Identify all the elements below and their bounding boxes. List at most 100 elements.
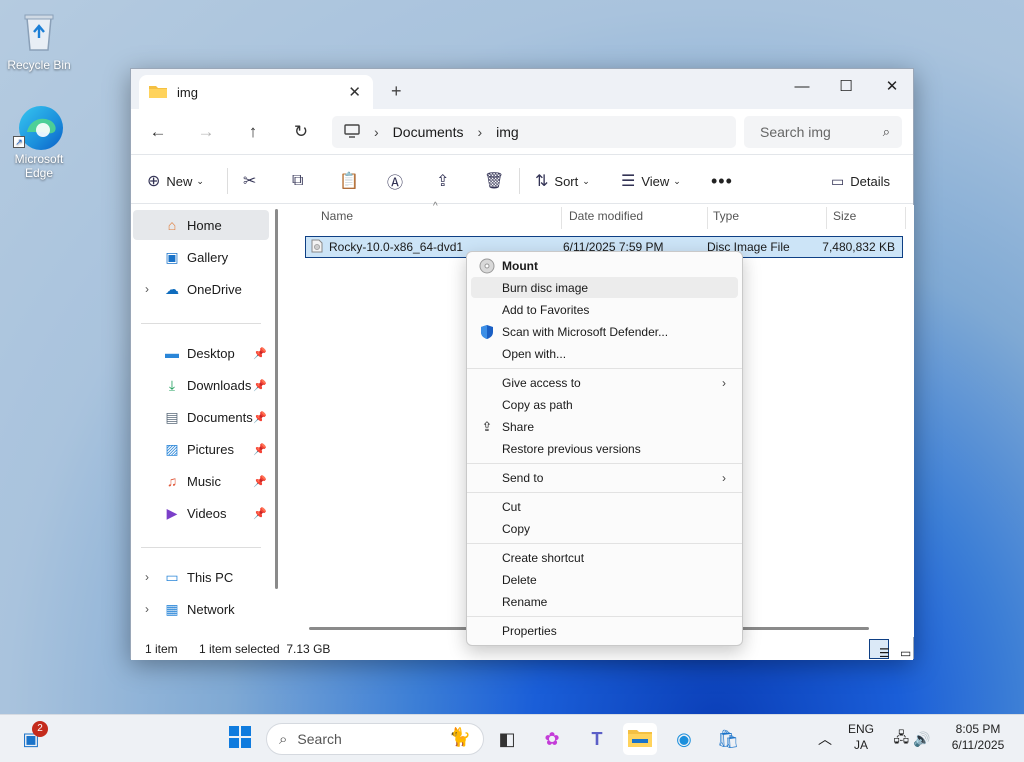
menu-item-label: Copy	[502, 521, 531, 536]
menu-item-give-access-to[interactable]: Give access to ›	[471, 372, 738, 393]
sort-button[interactable]: ⇅ Sort ⌄	[535, 168, 590, 194]
language-label: ENG	[848, 722, 875, 736]
copy-button[interactable]: ⧉	[292, 168, 309, 194]
details-view-button[interactable]: ☰	[869, 639, 890, 660]
copilot-button[interactable]: ✿	[535, 723, 569, 755]
sidebar-item-home[interactable]: ⌂ Home	[133, 210, 269, 240]
view-button[interactable]: ☰ View ⌄	[621, 168, 681, 194]
search-icon: ⌕	[882, 124, 890, 139]
sidebar-item-pictures[interactable]: ▨ Pictures 📌	[133, 434, 269, 464]
teams-button[interactable]: T	[580, 723, 614, 755]
pc-icon: ▭	[165, 568, 179, 585]
share-button[interactable]: ⇪	[436, 168, 455, 194]
menu-item-copy-as-path[interactable]: Copy as path	[471, 394, 738, 415]
more-icon: •••	[711, 170, 733, 191]
new-button[interactable]: ⊕ New ⌄	[147, 168, 204, 194]
up-button[interactable]: ↑	[238, 119, 268, 145]
show-hidden-icons-button[interactable]: ︿	[808, 723, 842, 755]
command-bar: ⊕ New ⌄ ✂ ⧉ 📋 Ⓐ ⇪ 🗑 ⇅ Sort ⌄ ☰ View ⌄ ••…	[131, 156, 913, 204]
menu-item-scan-defender[interactable]: Scan with Microsoft Defender...	[471, 321, 738, 342]
menu-item-properties[interactable]: Properties	[471, 620, 738, 641]
sidebar-item-music[interactable]: ♫ Music 📌	[133, 466, 269, 496]
refresh-button[interactable]: ↻	[286, 119, 316, 145]
menu-item-mount[interactable]: Mount	[471, 255, 738, 276]
chevron-right-icon[interactable]: ›	[145, 282, 149, 296]
new-label: New	[166, 173, 193, 189]
menu-item-send-to[interactable]: Send to ›	[471, 467, 738, 488]
sidebar-item-network[interactable]: › ▦ Network	[133, 594, 269, 624]
menu-item-open-with[interactable]: Open with...	[471, 343, 738, 364]
sidebar-item-desktop[interactable]: ▬ Desktop 📌	[133, 338, 269, 368]
tiles-view-button[interactable]: ▭	[890, 639, 911, 660]
cloud-icon: ☁	[165, 280, 179, 297]
edge-taskbar-button[interactable]: ◉	[667, 723, 701, 755]
minimize-button[interactable]: —	[779, 73, 825, 101]
taskbar-search-input[interactable]: ⌕ Search 🐈	[266, 723, 484, 755]
menu-item-label: Share	[502, 419, 535, 434]
disc-icon	[479, 258, 495, 274]
column-header-date[interactable]: Date modified	[569, 209, 643, 223]
sidebar-item-gallery[interactable]: ▣ Gallery	[133, 242, 269, 272]
clock[interactable]: 8:05 PM 6/11/2025	[946, 721, 1010, 753]
sidebar-item-onedrive[interactable]: › ☁ OneDrive	[133, 274, 269, 304]
forward-button[interactable]: →	[191, 119, 221, 145]
sidebar-item-this-pc[interactable]: › ▭ This PC	[133, 562, 269, 592]
rename-button[interactable]: Ⓐ	[387, 168, 409, 194]
menu-item-copy[interactable]: Copy	[471, 518, 738, 539]
desktop-icon-edge[interactable]: ↗ Microsoft Edge	[4, 104, 74, 180]
menu-item-restore-previous-versions[interactable]: Restore previous versions	[471, 438, 738, 459]
sidebar-item-label: Pictures	[187, 441, 234, 457]
sidebar-item-documents[interactable]: ▤ Documents 📌	[133, 402, 269, 432]
maximize-button[interactable]: ☐	[823, 73, 869, 101]
menu-item-share[interactable]: ⇪ Share	[471, 416, 738, 437]
menu-item-label: Give access to	[502, 375, 581, 390]
column-header-name[interactable]: Name	[321, 209, 353, 223]
chevron-right-icon[interactable]: ›	[145, 602, 149, 616]
column-header-size[interactable]: Size	[833, 209, 856, 223]
widgets-button[interactable]: ▣ 2	[14, 721, 48, 755]
menu-item-rename[interactable]: Rename	[471, 591, 738, 612]
breadcrumb-documents[interactable]: Documents	[393, 124, 464, 140]
cut-button[interactable]: ✂	[243, 168, 262, 194]
download-icon: ⤓	[168, 376, 176, 393]
chevron-right-icon[interactable]: ›	[145, 570, 149, 584]
tab-img[interactable]: img ✕	[139, 75, 373, 109]
sidebar-item-videos[interactable]: ▶ Videos 📌	[133, 498, 269, 528]
network-volume-tray[interactable]: 🖧 🔊	[890, 723, 934, 755]
disc-image-file-icon	[311, 239, 323, 256]
search-input[interactable]: Search img ⌕	[744, 116, 902, 148]
menu-item-burn-disc-image[interactable]: Burn disc image	[471, 277, 738, 298]
language-indicator[interactable]: ENG JA	[848, 721, 874, 753]
address-bar[interactable]: › Documents › img	[332, 116, 736, 148]
selection-info: 1 item selected 7.13 GB	[199, 642, 331, 656]
menu-item-label: Restore previous versions	[502, 441, 641, 456]
copilot-icon: ✿	[544, 728, 560, 749]
store-taskbar-button[interactable]: 🛍	[711, 723, 745, 755]
ime-label: JA	[854, 738, 869, 752]
details-pane-button[interactable]: ▭ Details	[831, 168, 890, 194]
menu-item-create-shortcut[interactable]: Create shortcut	[471, 547, 738, 568]
more-options-button[interactable]: •••	[711, 168, 733, 194]
file-explorer-taskbar-button[interactable]	[623, 723, 657, 755]
details-label: Details	[850, 173, 890, 189]
desktop-icon-recycle-bin[interactable]: Recycle Bin	[4, 10, 74, 72]
breadcrumb-img[interactable]: img	[496, 124, 519, 140]
delete-button[interactable]: 🗑	[484, 168, 510, 194]
context-menu: Mount Burn disc image Add to Favorites S…	[466, 251, 743, 646]
new-tab-button[interactable]: +	[391, 81, 402, 102]
pin-icon: 📌	[253, 379, 267, 392]
desktop-icon-label: Microsoft Edge	[14, 152, 64, 180]
column-header-type[interactable]: Type	[713, 209, 739, 223]
menu-item-delete[interactable]: Delete	[471, 569, 738, 590]
paste-button[interactable]: 📋	[339, 168, 365, 194]
menu-item-add-to-favorites[interactable]: Add to Favorites	[471, 299, 738, 320]
start-button[interactable]	[223, 723, 257, 755]
sidebar-item-downloads[interactable]: ⤓ Downloads 📌	[133, 370, 269, 400]
back-button[interactable]: ←	[143, 119, 173, 145]
menu-item-cut[interactable]: Cut	[471, 496, 738, 517]
chevron-right-icon: ›	[374, 124, 379, 140]
close-window-button[interactable]: ✕	[869, 73, 915, 101]
task-view-button[interactable]: ◧	[490, 723, 524, 755]
close-tab-icon[interactable]: ✕	[348, 83, 361, 101]
sidebar-scrollbar[interactable]	[275, 209, 278, 589]
